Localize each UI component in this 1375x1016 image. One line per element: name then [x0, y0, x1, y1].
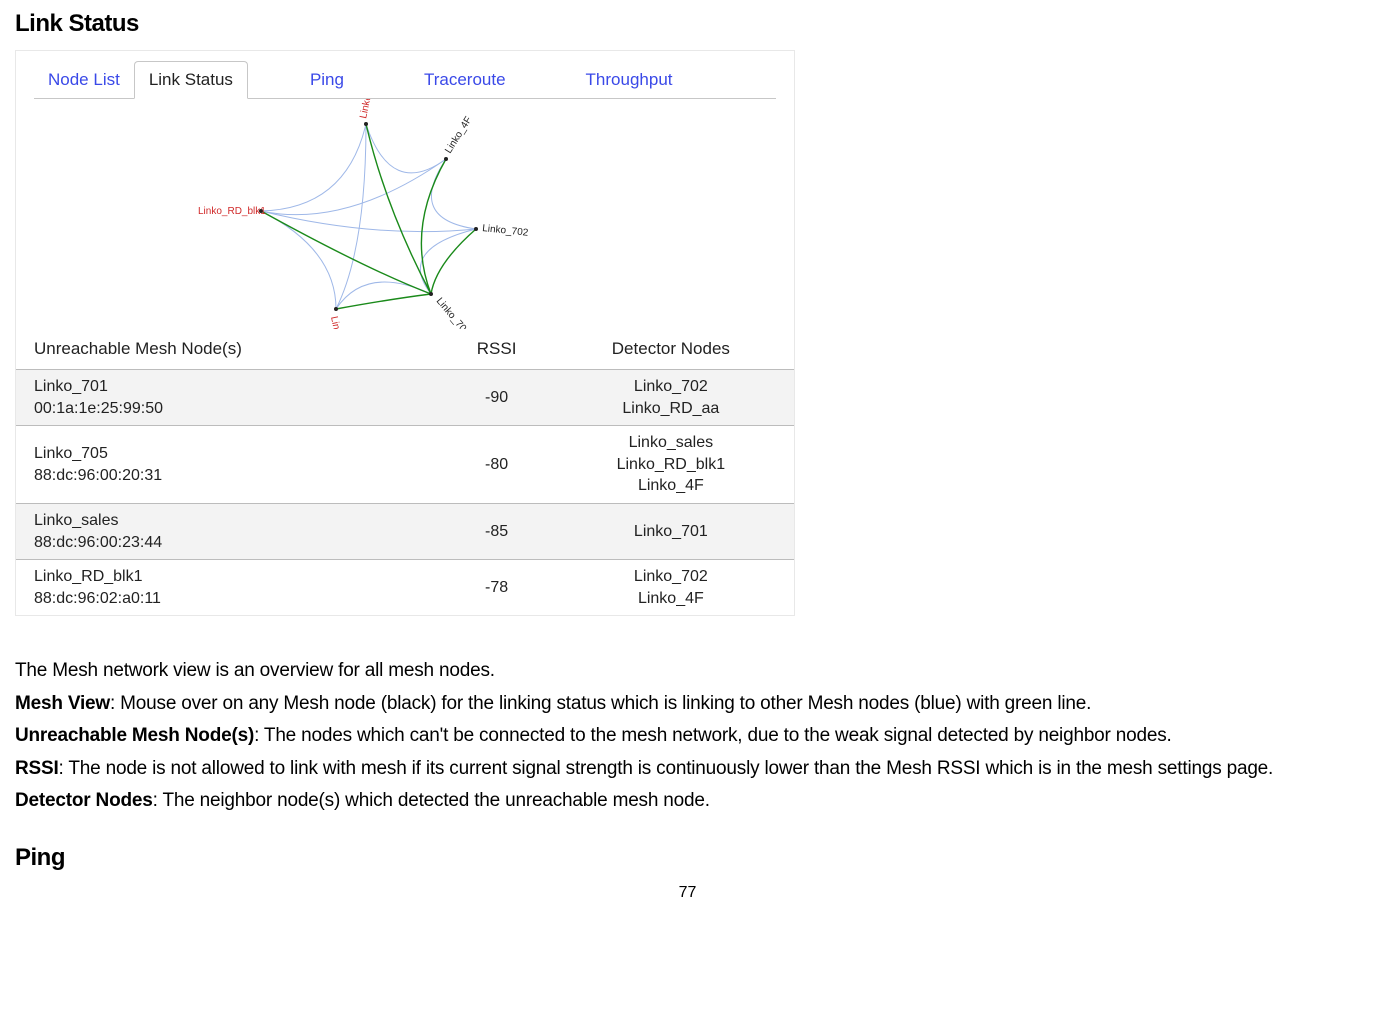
col-header-detector: Detector Nodes [548, 329, 794, 370]
page-number: 77 [15, 884, 1360, 902]
tab-ping[interactable]: Ping [296, 62, 358, 98]
text-detector: : The neighbor node(s) which detected th… [153, 790, 710, 811]
diagram-label-right: Linko_702 [482, 223, 529, 239]
cell-rssi: -78 [445, 560, 547, 616]
cell-detector: Linko_salesLinko_RD_blk1Linko_4F [548, 426, 794, 504]
col-header-node: Unreachable Mesh Node(s) [16, 329, 445, 370]
diagram-label-top: Linko_sales [358, 99, 380, 120]
col-header-rssi: RSSI [445, 329, 547, 370]
cell-node: Linko_70100:1a:1e:25:99:50 [16, 370, 445, 426]
table-header-row: Unreachable Mesh Node(s) RSSI Detector N… [16, 329, 794, 370]
cell-rssi: -80 [445, 426, 547, 504]
table-row: Linko_sales88:dc:96:00:23:44-85Linko_701 [16, 503, 794, 559]
text-rssi: : The node is not allowed to link with m… [59, 758, 1274, 779]
section-heading-link-status: Link Status [15, 10, 1360, 38]
term-mesh-view: Mesh View [15, 693, 110, 714]
tab-throughput[interactable]: Throughput [572, 62, 687, 98]
desc-intro: The Mesh network view is an overview for… [15, 656, 1360, 686]
cell-node: Linko_sales88:dc:96:00:23:44 [16, 503, 445, 559]
cell-rssi: -85 [445, 503, 547, 559]
cell-node: Linko_70588:dc:96:00:20:31 [16, 426, 445, 504]
cell-detector: Linko_702Linko_4F [548, 560, 794, 616]
term-unreachable: Unreachable Mesh Node(s) [15, 725, 254, 746]
text-unreachable: : The nodes which can't be connected to … [254, 725, 1172, 746]
table-row: Linko_70588:dc:96:00:20:31-80Linko_sales… [16, 426, 794, 504]
diagram-label-left: Linko_RD_blk1 [198, 206, 266, 217]
mesh-diagram: Linko_sales Linko_4F Linko_702 Linko_701… [16, 99, 794, 329]
cell-node: Linko_RD_blk188:dc:96:02:a0:11 [16, 560, 445, 616]
mesh-diagram-svg: Linko_sales Linko_4F Linko_702 Linko_701… [196, 99, 556, 329]
desc-detector: Detector Nodes: The neighbor node(s) whi… [15, 786, 1360, 816]
tab-link-status[interactable]: Link Status [134, 61, 248, 99]
diagram-label-upper-right: Linko_4F [443, 115, 474, 156]
section-heading-ping: Ping [15, 844, 1360, 872]
desc-mesh-view: Mesh View: Mouse over on any Mesh node (… [15, 689, 1360, 719]
tab-node-list[interactable]: Node List [34, 62, 134, 98]
table-row: Linko_RD_blk188:dc:96:02:a0:11-78Linko_7… [16, 560, 794, 616]
link-status-panel: Node List Link Status Ping Traceroute Th… [15, 50, 795, 616]
tab-bar: Node List Link Status Ping Traceroute Th… [16, 51, 794, 98]
cell-rssi: -90 [445, 370, 547, 426]
diagram-label-lower-right: Linko_701 [434, 296, 472, 329]
text-mesh-view: : Mouse over on any Mesh node (black) fo… [110, 693, 1091, 714]
unreachable-table: Unreachable Mesh Node(s) RSSI Detector N… [16, 329, 794, 615]
cell-detector: Linko_701 [548, 503, 794, 559]
description-block: The Mesh network view is an overview for… [15, 656, 1360, 816]
diagram-label-bottom: Linko_705 [328, 315, 348, 329]
cell-detector: Linko_702Linko_RD_aa [548, 370, 794, 426]
desc-unreachable: Unreachable Mesh Node(s): The nodes whic… [15, 721, 1360, 751]
term-detector: Detector Nodes [15, 790, 153, 811]
term-rssi: RSSI [15, 758, 59, 779]
table-row: Linko_70100:1a:1e:25:99:50-90Linko_702Li… [16, 370, 794, 426]
desc-rssi: RSSI: The node is not allowed to link wi… [15, 754, 1360, 784]
tab-traceroute[interactable]: Traceroute [410, 62, 520, 98]
